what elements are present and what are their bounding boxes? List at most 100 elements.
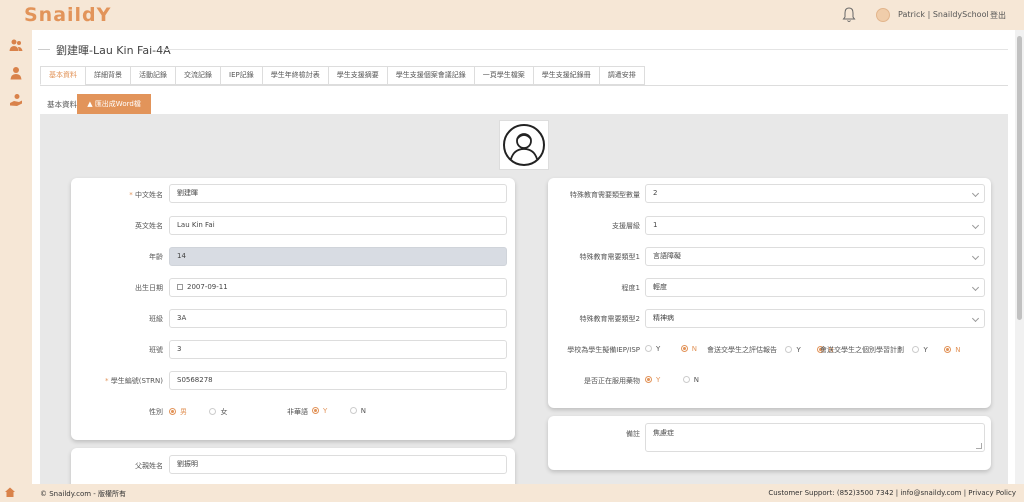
tab-iep[interactable]: IEP記錄: [220, 66, 262, 85]
tab-support-summary[interactable]: 學生支援摘要: [327, 66, 387, 85]
english-name-field[interactable]: Lau Kin Fai: [169, 216, 507, 235]
learning-plan-no-radio[interactable]: [944, 346, 952, 353]
father-name-label: 父親姓名: [135, 462, 163, 470]
sen-count-label: 特殊教育需要類型數量: [570, 191, 640, 199]
medication-yes-radio[interactable]: [645, 376, 652, 383]
user-name[interactable]: Patrick | SnaildySchool: [898, 10, 989, 19]
export-icon: ▲: [87, 100, 93, 108]
chevron-down-icon: [971, 189, 980, 198]
tab-year-end-review[interactable]: 學生年終檢討表: [261, 66, 328, 85]
chinese-name-label: * 中文姓名: [129, 191, 163, 199]
gender-female-radio[interactable]: [209, 408, 217, 415]
iep-no-label: N: [691, 345, 697, 353]
support-level-value: 1: [653, 221, 658, 229]
sen-type2-label: 特殊教育需要類型2: [579, 315, 640, 323]
tab-communication[interactable]: 交流記錄: [175, 66, 220, 85]
sidebar: [0, 30, 32, 484]
top-bar: [0, 0, 1024, 30]
chinese-name-field[interactable]: 劉建暉: [169, 184, 507, 203]
iep-no-radio[interactable]: [680, 345, 688, 352]
learning-plan-yes-radio[interactable]: [912, 346, 920, 353]
strn-field[interactable]: S0568278: [169, 371, 507, 390]
non-chinese-label: 非華語: [287, 408, 308, 416]
bell-icon[interactable]: [842, 7, 856, 23]
iep-yes-radio[interactable]: [645, 345, 652, 352]
assessment-radio-group: 會送交學生之評估報告 Y N: [707, 345, 833, 355]
tab-one-page-profile[interactable]: 一頁學生檔案: [473, 66, 533, 85]
support-level-label: 支援層級: [612, 222, 640, 230]
sen-type2-value: 精神病: [653, 314, 674, 322]
class-no-field[interactable]: 3: [169, 340, 507, 359]
learning-plan-no-label: N: [955, 346, 961, 354]
remarks-value: 焦慮症: [653, 429, 674, 437]
chevron-down-icon: [971, 221, 980, 230]
learning-plan-label: 會送交學生之個別學習計劃: [820, 346, 904, 354]
tab-bar: 基本資料 詳細背景 活動記錄 交流記錄 IEP記錄 學生年終檢討表 學生支援摘要…: [40, 66, 645, 86]
strn-label: * 學生編號(STRN): [104, 377, 163, 385]
sen-type1-value: 言語障礙: [653, 252, 681, 260]
tab-activity[interactable]: 活動記錄: [130, 66, 175, 85]
sen-count-value: 2: [653, 189, 658, 197]
iep-label: 學校為學生擬備IEP/ISP: [567, 346, 640, 354]
resize-handle-icon[interactable]: [976, 443, 982, 449]
iep-radio-group: Y N: [645, 345, 697, 353]
teacher-icon[interactable]: [9, 66, 23, 80]
non-chinese-yes-label: Y: [323, 407, 328, 415]
home-icon[interactable]: [4, 486, 16, 498]
degree1-select[interactable]: 輕度: [645, 278, 985, 297]
support-contact[interactable]: Customer Support: (852)3500 7342 | info@…: [768, 489, 1016, 497]
class-no-label: 班號: [149, 346, 163, 354]
gender-male-radio[interactable]: [169, 408, 176, 415]
learning-plan-radio-group: 會送交學生之個別學習計劃 Y N: [820, 345, 960, 355]
copyright-text: © Snaildy.com - 版權所有: [40, 490, 127, 498]
medication-radio-group: Y N: [645, 376, 699, 384]
tab-basic-info[interactable]: 基本資料: [40, 66, 85, 85]
support-level-select[interactable]: 1: [645, 216, 985, 235]
remarks-textarea[interactable]: 焦慮症: [645, 423, 985, 452]
gender-male-label: 男: [180, 408, 187, 416]
tab-case-meeting[interactable]: 學生支援個案會議記錄: [386, 66, 474, 85]
export-label: 匯出成Word檔: [94, 100, 141, 108]
dob-field[interactable]: 2007-09-11: [169, 278, 507, 297]
chevron-down-icon: [971, 314, 980, 323]
page-title: 劉建暉-Lau Kin Fai-4A: [56, 44, 171, 57]
age-label: 年齡: [149, 253, 163, 261]
tab-divider: [40, 85, 1008, 86]
gender-radio-group: 男 女: [169, 407, 227, 417]
student-photo: [499, 120, 549, 170]
medication-yes-label: Y: [656, 376, 661, 384]
medication-label: 是否正在服用藥物: [584, 377, 640, 385]
non-chinese-no-radio[interactable]: [349, 407, 357, 414]
export-word-button[interactable]: ▲ 匯出成Word檔: [77, 94, 151, 114]
dob-label: 出生日期: [135, 284, 163, 292]
user-avatar[interactable]: [876, 8, 890, 22]
class-label: 班級: [149, 315, 163, 323]
tab-transfer[interactable]: 調遣安排: [598, 66, 645, 85]
non-chinese-yes-radio[interactable]: [312, 407, 319, 414]
tab-support-record[interactable]: 學生支援紀錄冊: [532, 66, 599, 85]
tab-background[interactable]: 詳細背景: [85, 66, 130, 85]
sen-type1-select[interactable]: 言語障礙: [645, 247, 985, 266]
sen-type1-label: 特殊教育需要類型1: [579, 253, 640, 261]
support-icon[interactable]: [9, 93, 23, 107]
dob-value: 2007-09-11: [187, 283, 228, 291]
subtab-basic-info[interactable]: 基本資料: [47, 99, 77, 110]
sen-type2-select[interactable]: 精神病: [645, 309, 985, 328]
chevron-down-icon: [971, 252, 980, 261]
student-avatar-icon: [503, 124, 545, 166]
learning-plan-yes-label: Y: [923, 346, 928, 354]
assessment-label: 會送交學生之評估報告: [707, 346, 777, 354]
logo[interactable]: SnaildY: [24, 4, 111, 26]
class-field[interactable]: 3A: [169, 309, 507, 328]
degree1-label: 程度1: [621, 284, 640, 292]
medication-no-radio[interactable]: [682, 376, 690, 383]
father-name-field[interactable]: 劉振明: [169, 455, 507, 474]
students-icon[interactable]: [9, 38, 23, 52]
remarks-label: 備註: [626, 430, 640, 438]
title-divider: [38, 49, 50, 50]
scrollbar-thumb[interactable]: [1017, 36, 1022, 320]
logout-link[interactable]: 登出: [990, 10, 1006, 21]
sen-count-select[interactable]: 2: [645, 184, 985, 203]
assessment-yes-radio[interactable]: [785, 346, 793, 353]
iep-yes-label: Y: [656, 345, 661, 353]
